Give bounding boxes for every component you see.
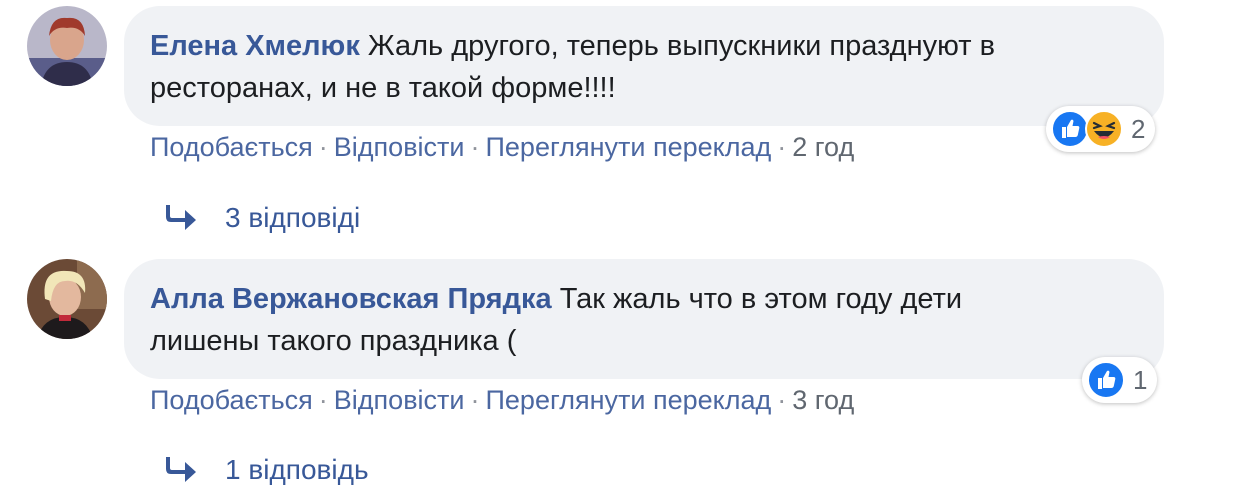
separator: · — [470, 132, 480, 162]
reactions-summary[interactable]: 1 — [1082, 357, 1158, 403]
avatar[interactable] — [27, 259, 107, 339]
reply-arrow-icon — [166, 457, 196, 482]
like-icon — [1087, 361, 1125, 399]
like-link[interactable]: Подобається — [150, 132, 313, 162]
translate-link[interactable]: Переглянути переклад — [486, 132, 772, 162]
translate-link[interactable]: Переглянути переклад — [486, 385, 772, 415]
separator: · — [777, 385, 787, 415]
view-replies-link[interactable]: 3 відповіді — [163, 202, 360, 234]
like-icon — [1051, 110, 1089, 148]
replies-count[interactable]: 1 відповідь — [225, 454, 369, 486]
comment-bubble: Елена Хмелюк Жаль другого, теперь выпуск… — [124, 6, 1164, 126]
avatar[interactable] — [27, 6, 107, 86]
reply-link[interactable]: Відповісти — [334, 132, 465, 162]
comment-bubble: Алла Вержановская Прядка Так жаль что в … — [124, 259, 1164, 379]
comment-text: Жаль другого, теперь выпускники праздную… — [367, 30, 995, 62]
reply-arrow-icon — [166, 205, 196, 230]
replies-count[interactable]: 3 відповіді — [225, 202, 360, 234]
like-link[interactable]: Подобається — [150, 385, 313, 415]
reactions-summary[interactable]: 2 — [1046, 106, 1156, 152]
timestamp[interactable]: 2 год — [792, 132, 854, 162]
comment-author[interactable]: Алла Вержановская Прядка — [150, 283, 552, 315]
timestamp[interactable]: 3 год — [792, 385, 854, 415]
comment-author[interactable]: Елена Хмелюк — [150, 30, 360, 62]
comment-text: лишены такого праздника ( — [150, 325, 517, 357]
comment-actions: Подобається · Відповісти · Переглянути перек… — [150, 132, 854, 163]
comment-text: ресторанах, и не в такой форме!!!! — [150, 72, 616, 104]
view-replies-link[interactable]: 1 відповідь — [163, 454, 369, 486]
comment-text: Так жаль что в этом году дети — [559, 283, 963, 315]
reaction-count: 1 — [1133, 364, 1148, 395]
separator: · — [777, 132, 787, 162]
separator: · — [318, 132, 328, 162]
separator: · — [318, 385, 328, 415]
comment-actions: Подобається · Відповісти · Переглянути перек… — [150, 385, 854, 416]
reaction-count: 2 — [1131, 113, 1146, 144]
reply-link[interactable]: Відповісти — [334, 385, 465, 415]
haha-icon — [1085, 110, 1123, 148]
separator: · — [470, 385, 480, 415]
